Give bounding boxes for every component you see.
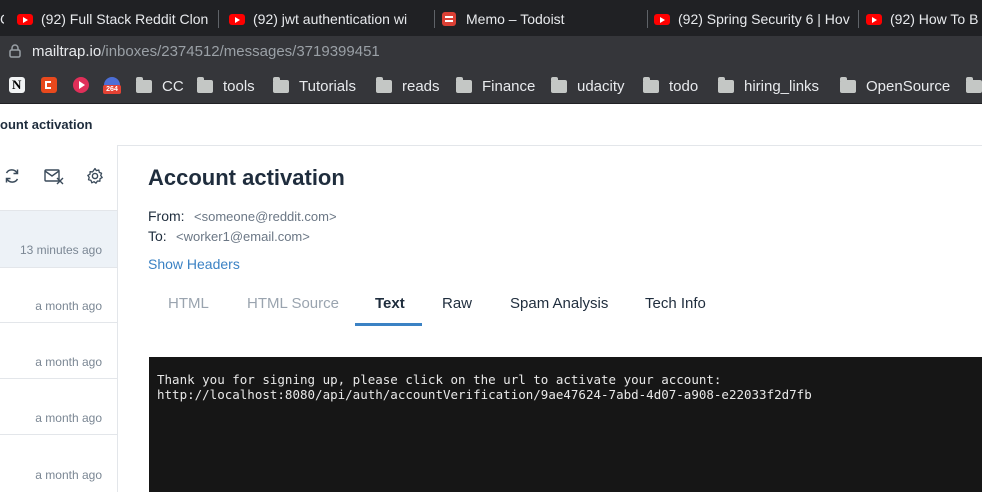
bookmark-folder-finance[interactable]: Finance [456,76,535,96]
lock-icon[interactable] [9,44,21,58]
tab-title: (92) jwt authentication wi [253,11,408,27]
message-text-url[interactable]: http://localhost:8080/api/auth/accountVe… [157,387,812,402]
message-subject: Account activation [148,165,345,190]
tab-html[interactable]: HTML [168,295,209,312]
list-item[interactable]: a month ago [0,323,117,379]
bookmark-label: Finance [482,77,536,95]
tab-tech-info[interactable]: Tech Info [645,295,706,312]
bookmark-folder-opensource[interactable]: OpenSource [840,76,950,96]
list-item[interactable]: a month ago [0,267,117,323]
bookmark-folder-reads[interactable]: reads [376,76,440,96]
from-label: From: [148,208,185,224]
bookmark-folder-overflow[interactable] [966,76,982,96]
folder-icon [966,76,982,93]
url-path: /inboxes/2374512/messages/3719399451 [101,43,380,60]
counter-badge-icon[interactable]: 264 [103,77,121,94]
bookmark-folder-tutorials[interactable]: Tutorials [273,76,356,96]
refresh-icon[interactable] [3,167,21,185]
active-tab-indicator [355,323,422,326]
tab-text[interactable]: Text [375,295,405,312]
folder-icon [376,76,392,93]
clear-inbox-icon[interactable] [44,167,64,185]
bookmark-label: CC [162,77,184,95]
url-field[interactable]: mailtrap.io/inboxes/2374512/messages/371… [32,43,380,60]
youtube-icon [654,13,670,25]
gear-icon[interactable] [86,167,104,185]
tab-separator [647,10,648,28]
kebab-menu-icon[interactable]: ⋮ [978,44,982,60]
youtube-icon [17,13,33,25]
bookmark-label: udacity [577,77,625,95]
folder-icon [456,76,472,93]
bookmark-folder-tools[interactable]: tools [197,76,255,96]
message-time: a month ago [35,355,102,369]
tab-separator [858,10,859,28]
bookmark-label: OpenSource [866,77,951,95]
message-time: a month ago [35,411,102,425]
folder-icon [551,76,567,93]
browser-tab-1[interactable]: (92) Full Stack Reddit Clon [17,4,219,34]
browser-tab-4[interactable]: (92) Spring Security 6 | Hov [654,4,859,34]
browser-tab-5[interactable]: (92) How To B [866,4,982,34]
tab-raw[interactable]: Raw [442,295,472,312]
tab-separator [434,10,435,28]
show-headers-link[interactable]: Show Headers [148,256,240,272]
folder-icon [273,76,289,93]
list-item[interactable]: a month ago [0,435,117,492]
todoist-icon [442,12,456,26]
message-text-line: Thank you for signing up, please click o… [157,372,722,387]
bookmark-label: tools [223,77,255,95]
to-address: <worker1@email.com> [176,229,310,244]
youtube-icon [866,13,882,25]
badge-count: 264 [103,85,121,94]
from-address: <someone@reddit.com> [194,209,337,224]
message-time: 13 minutes ago [19,243,102,257]
bookmark-folder-todo[interactable]: todo [643,76,698,96]
bookmark-folder-cc[interactable]: CC [136,76,184,96]
notion-icon[interactable]: N [9,77,25,93]
bookmark-label: todo [669,77,699,95]
browser-tab-3[interactable]: Memo – Todoist [442,4,648,34]
tab-title: (92) Full Stack Reddit Clon [41,11,209,27]
browser-tab-2[interactable]: (92) jwt authentication wi [229,4,435,34]
message-time: a month ago [35,468,102,482]
bookmark-folder-hiring-links[interactable]: hiring_links [718,76,819,96]
bookmark-label: hiring_links [744,77,820,95]
bookmark-app-icon[interactable] [41,77,57,93]
tab-separator [218,10,219,28]
breadcrumb: ount activation [0,117,93,132]
message-text-content: Thank you for signing up, please click o… [157,372,812,402]
url-host: mailtrap.io [32,43,102,60]
folder-icon [643,76,659,93]
tab-title: (92) How To B [890,11,979,27]
to-label: To: [148,228,167,244]
folder-icon [718,76,734,93]
bookmark-label: Tutorials [299,77,356,95]
list-item[interactable]: 13 minutes ago [0,211,117,268]
list-item[interactable]: a month ago [0,379,117,435]
play-icon[interactable] [73,77,89,93]
youtube-icon [229,13,245,25]
bookmark-label: reads [402,77,440,95]
tab-html-source[interactable]: HTML Source [247,295,339,312]
tab-fragment[interactable]: C [0,4,4,34]
tab-title: Memo – Todoist [466,11,565,27]
message-time: a month ago [35,299,102,313]
tab-title: (92) Spring Security 6 | Hov [678,11,850,27]
tab-spam-analysis[interactable]: Spam Analysis [510,295,608,312]
folder-icon [840,76,856,93]
bookmark-folder-udacity[interactable]: udacity [551,76,625,96]
folder-icon [136,76,152,93]
folder-icon [197,76,213,93]
app-header [0,104,982,146]
